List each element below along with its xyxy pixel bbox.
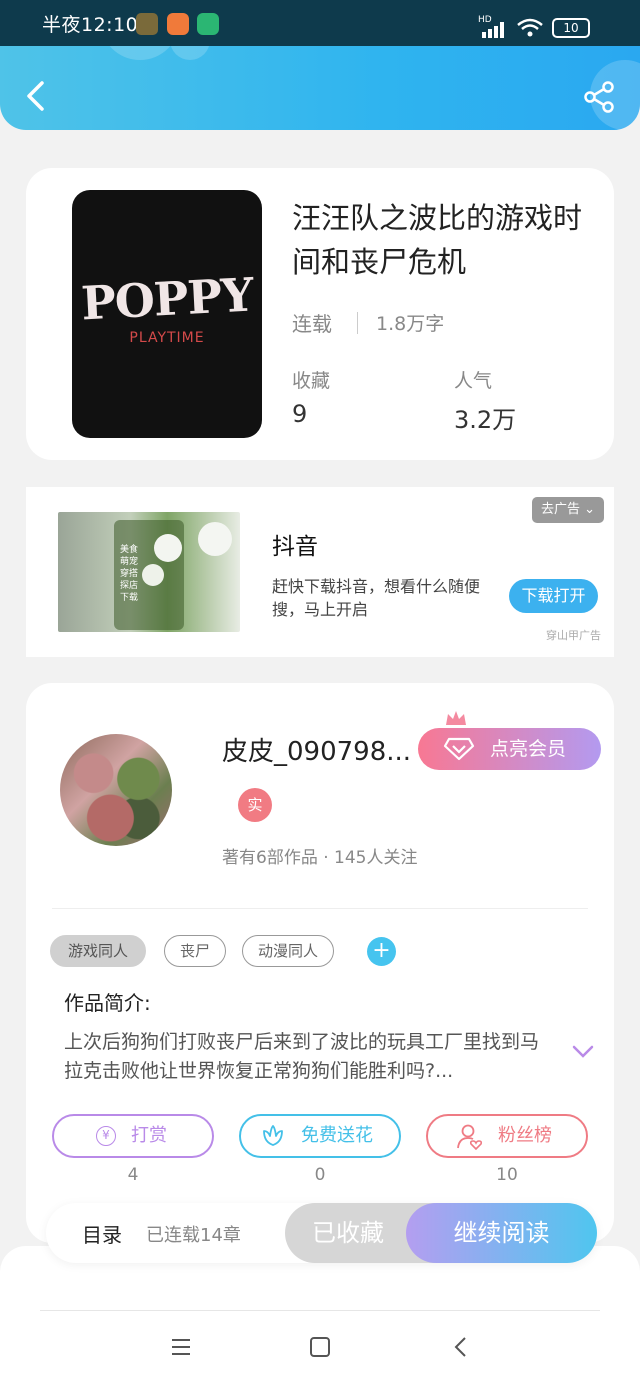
favorites-value: 9 xyxy=(292,400,308,428)
bottom-action-bar: 目录 已连载14章 已收藏 继续阅读 xyxy=(46,1203,597,1263)
chapter-count: 已连载14章 xyxy=(146,1225,241,1246)
flower-shape xyxy=(198,522,232,556)
flower-count: 0 xyxy=(314,1165,326,1185)
author-avatar[interactable] xyxy=(60,734,172,846)
book-info-card: POPPY PLAYTIME 汪汪队之波比的游戏时间和丧尸危机 连载 1.8万字… xyxy=(26,168,614,460)
tip-count: 4 xyxy=(127,1165,139,1185)
back-icon[interactable] xyxy=(448,1334,474,1360)
menu-icon[interactable] xyxy=(168,1334,194,1360)
remove-ad-label: 去广告 xyxy=(540,502,580,517)
status-bar: 半夜12:10 HD 10 xyxy=(0,0,640,46)
ad-image-line: 萌宠 xyxy=(120,557,139,567)
app-notification-icon xyxy=(136,13,158,35)
cover-title-text: POPPY xyxy=(79,267,255,331)
toc-button[interactable]: 目录 xyxy=(82,1219,122,1248)
author-name[interactable]: 皮皮_090798... xyxy=(222,731,422,768)
fans-ranking-label: 粉丝榜 xyxy=(498,1125,552,1146)
ad-image-text: 美食萌宠穿搭探店下载 xyxy=(120,544,138,604)
popularity-label: 人气 xyxy=(454,370,493,392)
ad-source-label: 穿山甲广告 xyxy=(546,629,601,642)
popularity-value: 3.2万 xyxy=(454,406,517,434)
book-word-count: 1.8万字 xyxy=(376,313,445,335)
flower-shape xyxy=(142,564,164,586)
tag-game-fanfic[interactable]: 游戏同人 xyxy=(50,935,146,967)
user-heart-icon xyxy=(457,1124,483,1151)
fans-ranking-button[interactable]: 粉丝榜 xyxy=(426,1114,588,1158)
divider xyxy=(52,908,588,909)
ad-banner[interactable]: 美食萌宠穿搭探店下载 抖音 赶快下载抖音，想看什么随便搜，马上开启 下载打开 去… xyxy=(26,487,614,657)
flower-icon xyxy=(263,1125,283,1146)
app-notification-icon xyxy=(197,13,219,35)
wifi-icon xyxy=(517,18,543,37)
intro-text: 上次后狗狗们打败丧尸后来到了波比的玩具工厂里找到马拉克击败他让世界恢复正常狗狗们… xyxy=(64,1031,540,1082)
author-meta: 著有6部作品 · 145人关注 xyxy=(222,848,418,868)
chevron-down-icon: ⌄ xyxy=(584,502,596,517)
ad-image-line: 美食 xyxy=(120,545,139,555)
book-status: 连载 xyxy=(292,312,332,336)
continue-reading-button[interactable]: 继续阅读 xyxy=(406,1203,597,1263)
status-time: 半夜12:10 xyxy=(42,14,139,36)
ad-download-button[interactable]: 下载打开 xyxy=(509,579,598,613)
diamond-icon xyxy=(443,737,475,761)
collected-label: 已收藏 xyxy=(312,1219,384,1247)
add-tag-button[interactable]: + xyxy=(367,937,396,966)
signal-icon xyxy=(482,22,504,38)
ad-image-line: 穿搭 xyxy=(120,569,139,579)
vip-button-label: 点亮会员 xyxy=(490,738,567,760)
remove-ad-button[interactable]: 去广告 ⌄ xyxy=(532,497,604,523)
ad-description: 赶快下载抖音，想看什么随便搜，马上开启 xyxy=(272,577,481,619)
divider xyxy=(40,1310,600,1311)
cover-subtitle-text: PLAYTIME xyxy=(129,330,205,346)
ad-image-line: 下载 xyxy=(120,593,139,603)
flower-shape xyxy=(154,534,182,562)
yen-icon: ¥ xyxy=(96,1126,116,1146)
ad-title: 抖音 xyxy=(272,534,318,560)
book-cover[interactable]: POPPY PLAYTIME xyxy=(72,190,262,438)
vip-button[interactable]: 点亮会员 xyxy=(418,728,601,770)
system-nav-bar xyxy=(0,1246,640,1387)
share-icon[interactable] xyxy=(582,80,616,114)
send-flower-button[interactable]: 免费送花 xyxy=(239,1114,401,1158)
tag-zombie[interactable]: 丧尸 xyxy=(164,935,226,967)
divider xyxy=(357,312,358,334)
fans-count: 10 xyxy=(496,1165,518,1185)
tip-label: 打赏 xyxy=(131,1125,167,1146)
tag-anime-fanfic[interactable]: 动漫同人 xyxy=(242,935,334,967)
book-title: 汪汪队之波比的游戏时间和丧尸危机 xyxy=(292,201,583,279)
back-arrow-icon[interactable] xyxy=(22,80,50,112)
author-card: 皮皮_090798... 点亮会员 实 著有6部作品 · 145人关注 游戏同人… xyxy=(26,683,614,1243)
app-notification-icon xyxy=(167,13,189,35)
top-header: 半夜12:10 HD 10 xyxy=(0,0,640,130)
chevron-down-icon[interactable] xyxy=(571,1044,595,1060)
crown-icon xyxy=(446,711,466,725)
favorites-label: 收藏 xyxy=(292,370,331,392)
verified-badge: 实 xyxy=(238,788,272,822)
home-icon[interactable] xyxy=(307,1334,333,1360)
tip-button[interactable]: ¥ 打赏 xyxy=(52,1114,214,1158)
ad-image-line: 探店 xyxy=(120,581,139,591)
battery-icon: 10 xyxy=(552,18,590,38)
intro-title: 作品简介: xyxy=(64,991,151,1015)
send-flower-label: 免费送花 xyxy=(301,1125,373,1146)
ad-image[interactable]: 美食萌宠穿搭探店下载 xyxy=(58,512,240,632)
